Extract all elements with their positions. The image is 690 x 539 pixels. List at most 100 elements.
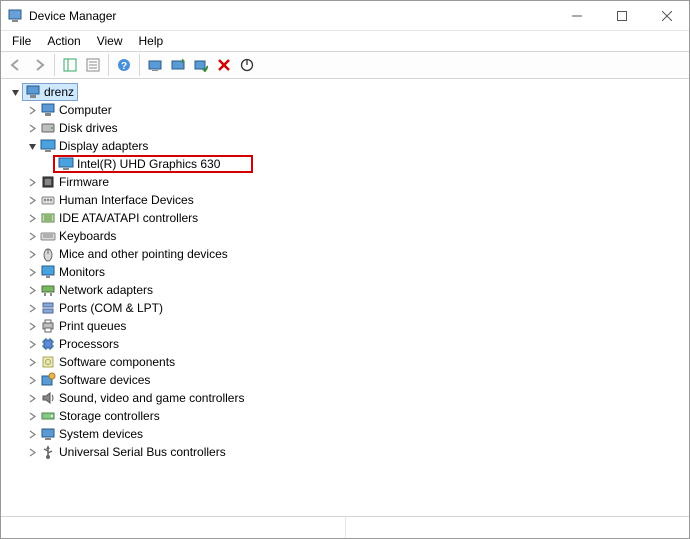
tree-item-system[interactable]: System devices xyxy=(3,425,687,443)
tree-item-label: Firmware xyxy=(57,175,111,189)
chevron-right-icon[interactable] xyxy=(25,355,39,369)
tree-item-sound[interactable]: Sound, video and game controllers xyxy=(3,389,687,407)
tree-item-keyboards[interactable]: Keyboards xyxy=(3,227,687,245)
chevron-right-icon[interactable] xyxy=(25,121,39,135)
tree-item-label: Disk drives xyxy=(57,121,120,135)
tree-item-sw-components[interactable]: Software components xyxy=(3,353,687,371)
tree-root[interactable]: drenz xyxy=(3,83,687,101)
statusbar xyxy=(1,516,689,538)
tree-item-label: Display adapters xyxy=(57,139,150,153)
tree-item-disk-drives[interactable]: Disk drives xyxy=(3,119,687,137)
scan-hardware-button[interactable] xyxy=(144,54,166,76)
chevron-right-icon[interactable] xyxy=(25,283,39,297)
tree-item-label: IDE ATA/ATAPI controllers xyxy=(57,211,200,225)
chevron-down-icon[interactable] xyxy=(8,85,22,99)
minimize-button[interactable] xyxy=(554,1,599,30)
window-title: Device Manager xyxy=(29,9,116,23)
chevron-right-icon[interactable] xyxy=(25,229,39,243)
tree-item-label: Print queues xyxy=(57,319,128,333)
disable-device-button[interactable] xyxy=(236,54,258,76)
statusbar-cell xyxy=(346,517,690,538)
tree-item-storage[interactable]: Storage controllers xyxy=(3,407,687,425)
ide-icon xyxy=(39,210,57,226)
tree-item-processors[interactable]: Processors xyxy=(3,335,687,353)
chevron-right-icon[interactable] xyxy=(25,265,39,279)
chevron-right-icon[interactable] xyxy=(25,319,39,333)
back-button[interactable] xyxy=(5,54,27,76)
uninstall-device-button[interactable] xyxy=(213,54,235,76)
forward-button[interactable] xyxy=(28,54,50,76)
tree-item-usb[interactable]: Universal Serial Bus controllers xyxy=(3,443,687,461)
tree-item-sw-devices[interactable]: Software devices xyxy=(3,371,687,389)
chevron-down-icon[interactable] xyxy=(25,139,39,153)
tree-item-label: Sound, video and game controllers xyxy=(57,391,246,405)
ports-icon xyxy=(39,300,57,316)
swdev-icon xyxy=(39,372,57,388)
tree-item-label: Computer xyxy=(57,103,114,117)
tree-item-monitors[interactable]: Monitors xyxy=(3,263,687,281)
tree-item-label: Software components xyxy=(57,355,177,369)
tree-item-display-adapters[interactable]: Display adapters xyxy=(3,137,687,155)
tree-item-label: Storage controllers xyxy=(57,409,162,423)
tree-item-hid[interactable]: Human Interface Devices xyxy=(3,191,687,209)
display-icon xyxy=(57,156,75,172)
monitor-icon xyxy=(39,264,57,280)
toolbar-separator xyxy=(139,54,140,76)
enable-device-button[interactable] xyxy=(190,54,212,76)
menu-file[interactable]: File xyxy=(5,33,38,49)
disk-icon xyxy=(39,120,57,136)
properties-button[interactable] xyxy=(82,54,104,76)
titlebar: Device Manager xyxy=(1,1,689,31)
chevron-right-icon[interactable] xyxy=(25,409,39,423)
svg-text:?: ? xyxy=(121,61,127,72)
chevron-right-icon[interactable] xyxy=(25,445,39,459)
tree-item-label: Mice and other pointing devices xyxy=(57,247,230,261)
tree-item-network[interactable]: Network adapters xyxy=(3,281,687,299)
cpu-icon xyxy=(39,336,57,352)
chevron-right-icon[interactable] xyxy=(25,337,39,351)
sound-icon xyxy=(39,390,57,406)
hid-icon xyxy=(39,192,57,208)
chevron-right-icon[interactable] xyxy=(25,391,39,405)
tree-item-label: Software devices xyxy=(57,373,152,387)
statusbar-cell xyxy=(1,517,346,538)
tree-item-label: Ports (COM & LPT) xyxy=(57,301,165,315)
tree-item-label: Processors xyxy=(57,337,121,351)
maximize-button[interactable] xyxy=(599,1,644,30)
chevron-right-icon[interactable] xyxy=(25,211,39,225)
chevron-right-icon[interactable] xyxy=(25,175,39,189)
help-button[interactable]: ? xyxy=(113,54,135,76)
menu-action[interactable]: Action xyxy=(40,33,87,49)
menu-help[interactable]: Help xyxy=(132,33,171,49)
chevron-right-icon[interactable] xyxy=(25,103,39,117)
storage-icon xyxy=(39,408,57,424)
system-icon xyxy=(39,426,57,442)
chevron-right-icon[interactable] xyxy=(25,427,39,441)
computer-root-icon xyxy=(24,84,42,100)
chevron-right-icon[interactable] xyxy=(25,301,39,315)
device-tree[interactable]: drenz Computer Disk drives Display adapter… xyxy=(1,79,689,516)
tree-item-mice[interactable]: Mice and other pointing devices xyxy=(3,245,687,263)
tree-root-label: drenz xyxy=(42,85,76,99)
menu-view[interactable]: View xyxy=(90,33,130,49)
swcomp-icon xyxy=(39,354,57,370)
chevron-right-icon[interactable] xyxy=(25,193,39,207)
usb-icon xyxy=(39,444,57,460)
tree-item-ports[interactable]: Ports (COM & LPT) xyxy=(3,299,687,317)
chevron-right-icon[interactable] xyxy=(25,247,39,261)
update-driver-button[interactable] xyxy=(167,54,189,76)
tree-item-label: Network adapters xyxy=(57,283,155,297)
tree-item-computer[interactable]: Computer xyxy=(3,101,687,119)
tree-item-print-queues[interactable]: Print queues xyxy=(3,317,687,335)
tree-item-label: Intel(R) UHD Graphics 630 xyxy=(75,157,222,171)
chevron-right-icon[interactable] xyxy=(25,373,39,387)
tree-item-intel-uhd-630[interactable]: Intel(R) UHD Graphics 630 xyxy=(3,155,687,173)
display-icon xyxy=(39,138,57,154)
show-hide-tree-button[interactable] xyxy=(59,54,81,76)
device-manager-window: Device Manager File Action View Help ? xyxy=(0,0,690,539)
tree-item-ide[interactable]: IDE ATA/ATAPI controllers xyxy=(3,209,687,227)
tree-item-firmware[interactable]: Firmware xyxy=(3,173,687,191)
close-button[interactable] xyxy=(644,1,689,30)
toolbar-separator xyxy=(54,54,55,76)
tree-item-label: Monitors xyxy=(57,265,107,279)
